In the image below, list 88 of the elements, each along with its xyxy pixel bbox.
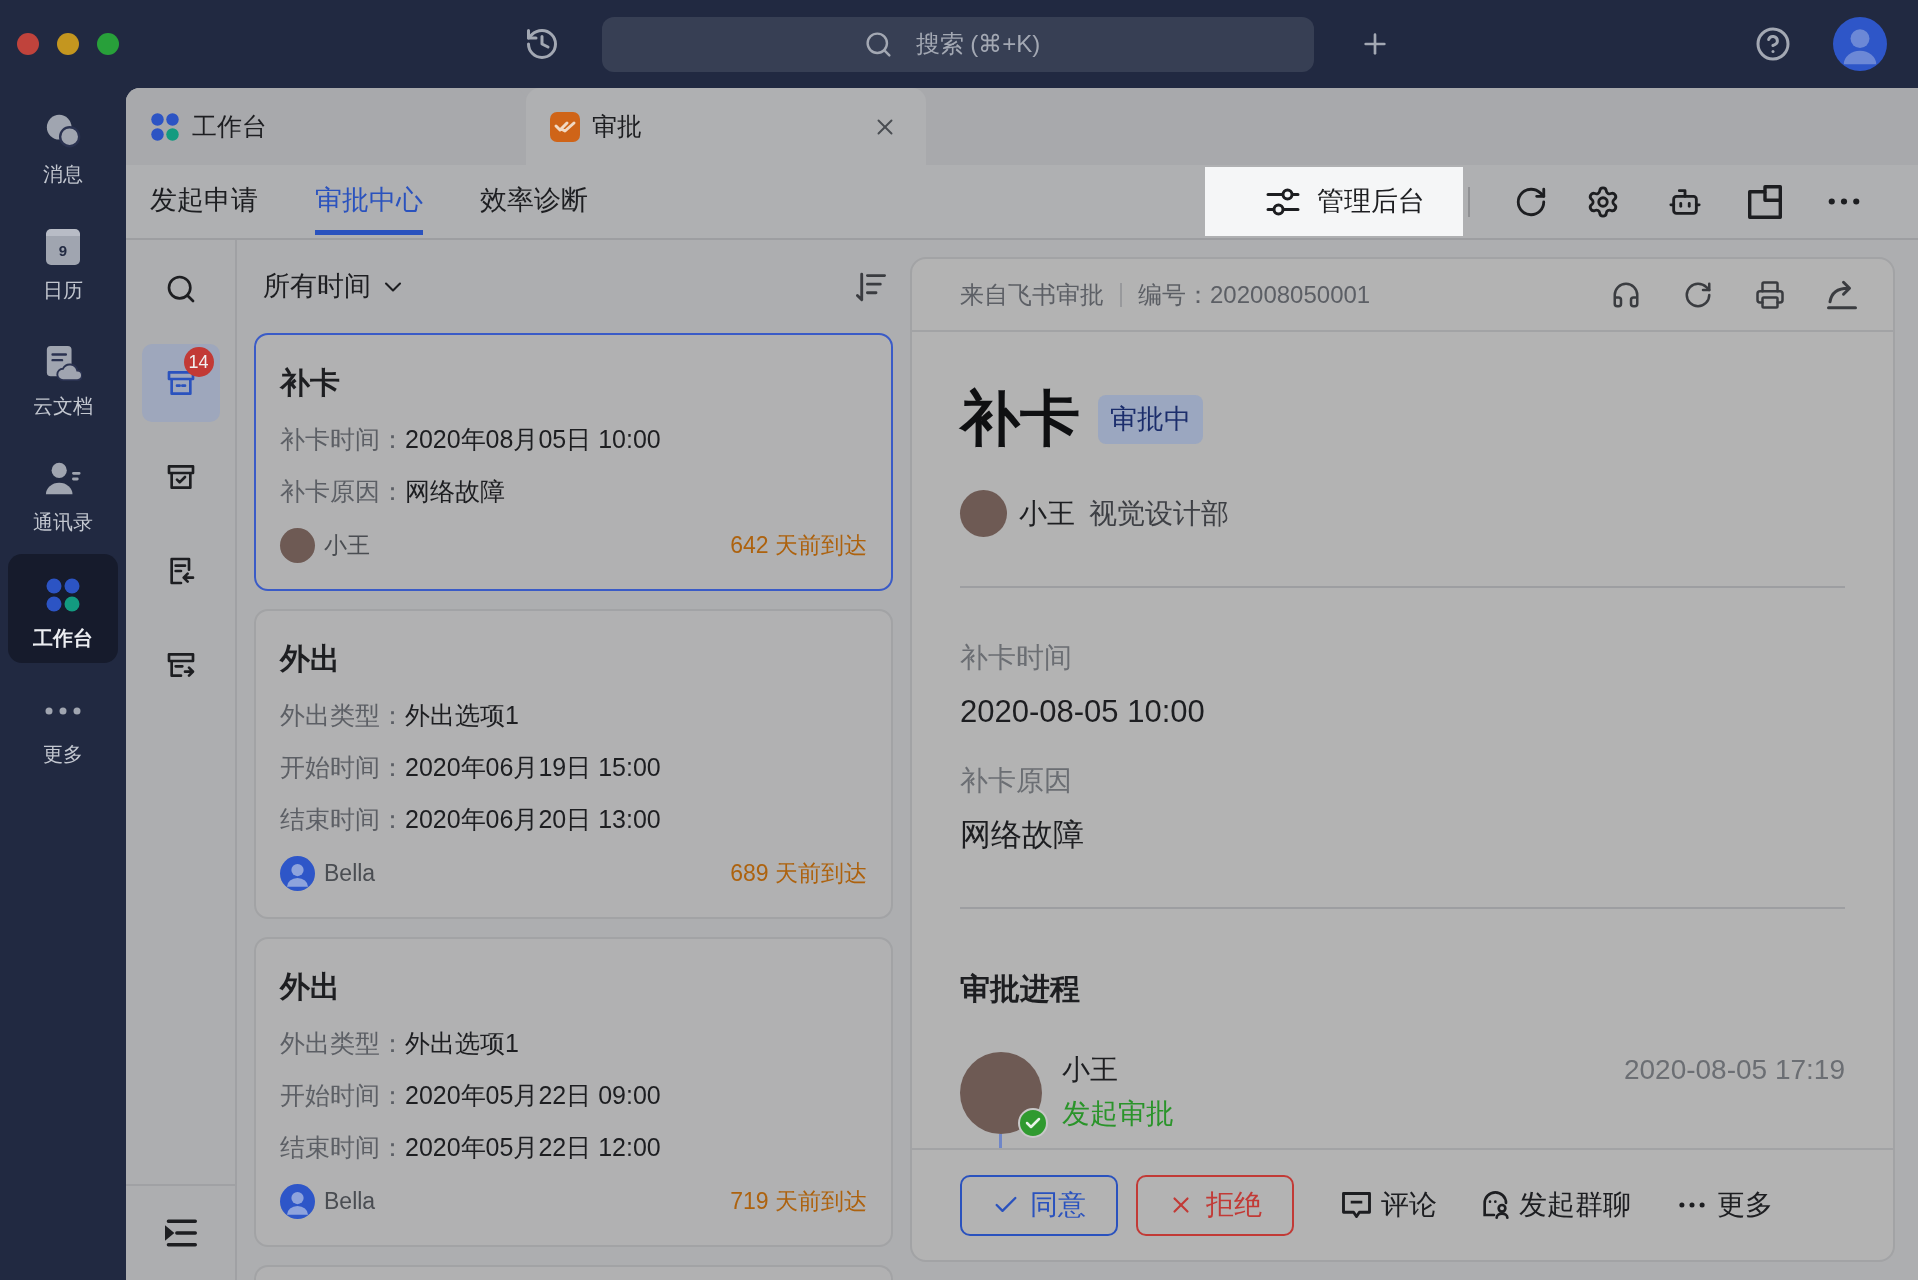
section-tab[interactable]: 效率诊断	[480, 165, 588, 235]
window-zoom-icon[interactable]	[97, 33, 119, 55]
side-tool[interactable]: 14	[141, 344, 220, 422]
user-avatar-icon	[280, 855, 315, 891]
step-time: 2020-08-05 17:19	[1623, 1053, 1845, 1087]
chat-bubbles-icon	[44, 112, 82, 150]
nav-item[interactable]: 9 日历	[8, 206, 118, 315]
arrival-time: 689 天前到达	[730, 858, 867, 888]
card-title: 补卡	[280, 365, 340, 401]
field-value: 外出选项1	[405, 700, 519, 732]
print-icon[interactable]	[1755, 279, 1785, 310]
field-value: 2020年06月20日 13:00	[405, 804, 661, 836]
field-label: 结束时间：	[280, 804, 405, 836]
step-action: 发起审批	[1062, 1097, 1174, 1131]
request-number: 编号：202008050001	[1138, 279, 1371, 310]
field-label: 外出类型：	[280, 1028, 405, 1060]
nav-item[interactable]: 云文档	[8, 322, 118, 431]
field-label: 补卡时间：	[280, 424, 405, 456]
nav-item[interactable]: 消息	[8, 90, 118, 199]
request-card[interactable]: 补卡 补卡时间：2020年08月05日 10:00 补卡原因：网络故障 小王 642 天前到达	[254, 333, 893, 591]
field-label: 开始时间：	[280, 1080, 405, 1112]
search-field[interactable]: 搜索 (⌘+K)	[602, 16, 1314, 72]
card-title: 外出	[280, 969, 340, 1005]
group-chat-icon	[1483, 1191, 1509, 1219]
field-label: 补卡原因：	[280, 476, 405, 508]
author-name: 小王	[324, 530, 370, 560]
comment-icon	[1342, 1192, 1371, 1218]
app-tab[interactable]: 审批	[526, 88, 926, 165]
author-name: Bella	[324, 858, 376, 888]
document-cloud-icon	[44, 344, 82, 382]
approver-name: 小王	[1062, 1053, 1118, 1087]
workspace-icon	[45, 577, 81, 613]
avatar-photo	[280, 527, 315, 563]
field-value: 2020年06月19日 15:00	[405, 752, 661, 784]
source-text: 来自飞书审批	[960, 279, 1104, 310]
window-icon[interactable]	[1748, 184, 1782, 219]
share-icon[interactable]	[1827, 279, 1857, 310]
detail-title: 补卡	[960, 384, 1080, 454]
field-value: 2020年05月22日 09:00	[405, 1080, 661, 1112]
field-label: 开始时间：	[280, 752, 405, 784]
timeline-connector	[999, 1134, 1002, 1148]
nav-item[interactable]: 通讯录	[8, 438, 118, 547]
calendar-icon: 9	[46, 229, 80, 265]
more-icon	[1679, 1202, 1705, 1208]
arrival-time: 719 天前到达	[730, 1186, 867, 1216]
section-tab[interactable]: 发起申请	[150, 165, 258, 235]
window-minimize-icon[interactable]	[57, 33, 79, 55]
more-icon[interactable]	[1828, 198, 1860, 205]
field-value: 网络故障	[405, 476, 505, 508]
nav-item[interactable]: 更多	[8, 670, 118, 779]
history-icon[interactable]	[524, 26, 560, 62]
department-name: 视觉设计部	[1089, 496, 1229, 531]
user-avatar-icon	[280, 1183, 315, 1219]
field-label: 补卡原因	[960, 764, 1072, 798]
search-icon	[864, 29, 893, 59]
field-value: 网络故障	[960, 816, 1084, 854]
count-badge: 14	[183, 347, 214, 377]
request-card[interactable]: 外出 外出类型：外出选项1 开始时间：2020年06月19日 15:00 结束时间：2020年06月20日 13:00 Bella 689 天前到达	[254, 609, 893, 919]
settings-icon[interactable]	[1586, 184, 1620, 219]
field-label: 结束时间：	[280, 1132, 405, 1164]
user-avatar-icon[interactable]	[1833, 17, 1887, 71]
section-heading: 审批进程	[960, 971, 1080, 1007]
group-chat-button[interactable]: 发起群聊	[1483, 1174, 1631, 1236]
window-close-icon[interactable]	[17, 33, 39, 55]
status-badge: 审批中	[1098, 394, 1203, 444]
nav-item[interactable]: 工作台	[8, 554, 118, 663]
field-value: 2020年08月05日 10:00	[405, 424, 661, 456]
sort-icon[interactable]	[856, 271, 886, 302]
more-dots-icon	[45, 707, 81, 715]
applicant-name: 小王	[1019, 496, 1075, 531]
field-label: 补卡时间	[960, 641, 1072, 675]
field-label: 外出类型：	[280, 700, 405, 732]
admin-console-button[interactable]: 管理后台	[1205, 167, 1463, 236]
workspace-icon	[150, 111, 180, 142]
arrival-time: 642 天前到达	[730, 530, 867, 560]
time-filter-dropdown[interactable]: 所有时间	[263, 266, 407, 307]
comment-button[interactable]: 评论	[1342, 1174, 1437, 1236]
help-icon[interactable]	[1755, 26, 1791, 62]
field-value: 外出选项1	[405, 1028, 519, 1060]
menu-icon[interactable]	[164, 1219, 197, 1247]
author-name: Bella	[324, 1186, 376, 1216]
approval-app-icon	[550, 111, 580, 142]
request-card[interactable]: 外出 外出类型：外出选项1 开始时间：2020年05月22日 09:00 结束时间：2020年05月22日 12:00 Bella 719 天前到达	[254, 937, 893, 1247]
field-value: 2020年05月22日 12:00	[405, 1132, 661, 1164]
more-button[interactable]: 更多	[1679, 1174, 1773, 1236]
field-value: 2020-08-05 10:00	[960, 693, 1205, 731]
card-title: 外出	[280, 641, 340, 677]
avatar-photo	[960, 490, 1007, 537]
